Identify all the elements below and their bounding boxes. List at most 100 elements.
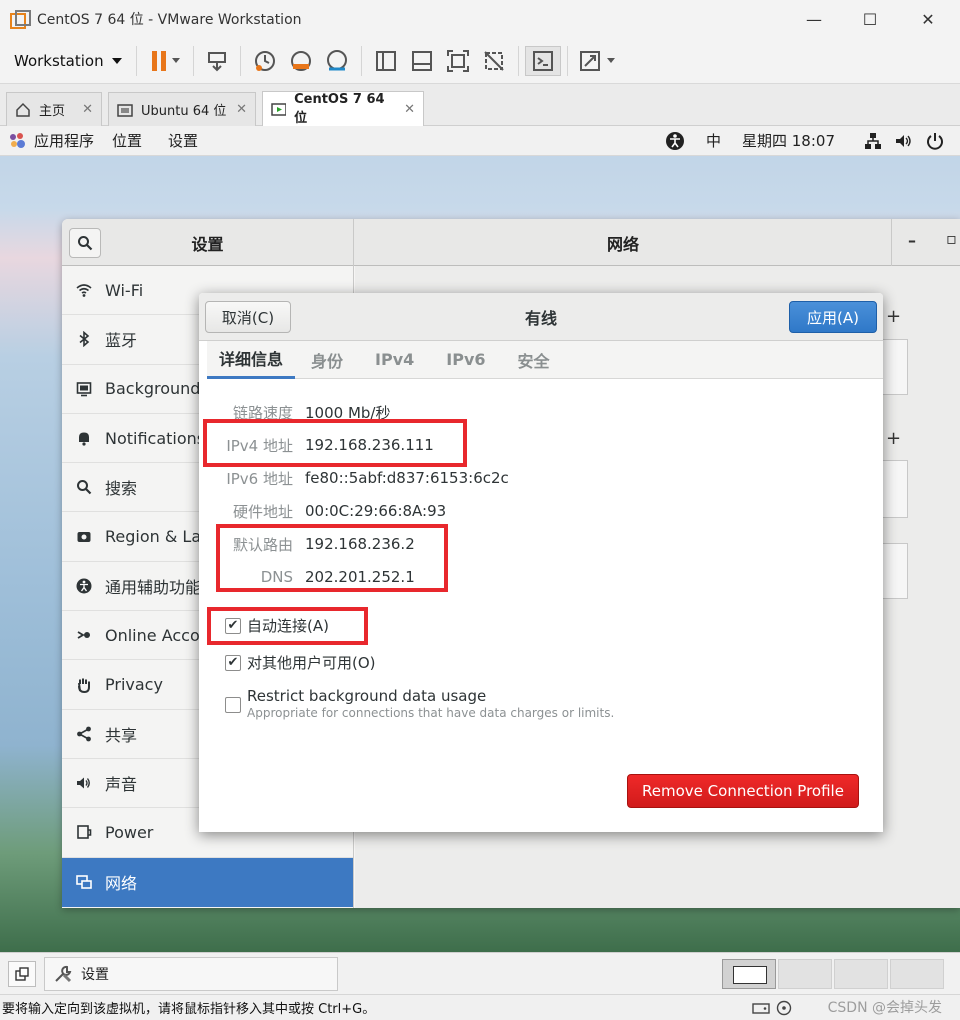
full-screen-button[interactable] — [440, 46, 476, 76]
tab-close-icon[interactable]: ✕ — [82, 102, 93, 117]
restrict-data-checkbox[interactable] — [225, 697, 241, 713]
accessibility-icon[interactable] — [665, 131, 685, 151]
all-users-option[interactable]: ✔ 对其他用户可用(O) — [225, 652, 376, 673]
minimize-button[interactable]: — — [786, 0, 842, 38]
toolbar-divider — [192, 45, 194, 76]
toolbar-divider — [239, 45, 241, 76]
terminal-icon — [532, 50, 553, 71]
detail-value: 1000 Mb/秒 — [305, 403, 391, 422]
settings-menu[interactable]: 设置 — [168, 130, 198, 151]
detail-row-hardware-address: 硬件地址 00:0C:29:66:8A:93 — [199, 497, 883, 525]
detail-value: 192.168.236.2 — [305, 535, 415, 553]
sidebar-toggle-button[interactable] — [368, 46, 404, 76]
send-ctrl-alt-del-button[interactable] — [200, 46, 234, 76]
settings-minimize-button[interactable]: – — [908, 231, 916, 250]
tab-details[interactable]: 详细信息 — [207, 341, 296, 379]
volume-icon[interactable] — [894, 132, 912, 150]
cancel-button[interactable]: 取消(C) — [205, 301, 291, 333]
network-wired-icon[interactable] — [864, 132, 882, 150]
thumbnail-bar-button[interactable] — [404, 46, 440, 76]
bell-icon — [79, 432, 89, 446]
tab-label: 主页 — [39, 104, 66, 119]
detail-value: 202.201.252.1 — [305, 568, 415, 586]
pause-button[interactable] — [143, 46, 187, 76]
tab-close-icon[interactable]: ✕ — [404, 102, 415, 117]
tab-close-icon[interactable]: ✕ — [236, 102, 247, 117]
tab-security[interactable]: 安全 — [502, 341, 566, 379]
proxy-card[interactable] — [880, 543, 908, 599]
remove-connection-profile-button[interactable]: Remove Connection Profile — [627, 774, 859, 808]
window-title: CentOS 7 64 位 - VMware Workstation — [37, 12, 302, 28]
sidebar-item-label: 网络 — [105, 874, 138, 894]
toolbar-divider — [135, 45, 137, 76]
settings-search-button[interactable] — [69, 228, 101, 258]
workstation-menu[interactable]: Workstation — [14, 52, 122, 70]
input-method-indicator[interactable]: 中 — [706, 130, 721, 151]
add-connection-button[interactable]: + — [886, 306, 901, 327]
auto-connect-option[interactable]: ✔ 自动连接(A) — [225, 615, 329, 636]
tab-identity[interactable]: 身份 — [295, 341, 359, 379]
chevron-down-icon — [111, 57, 122, 64]
tab-home[interactable]: 主页 ✕ — [6, 92, 102, 126]
unity-mode-button[interactable] — [476, 46, 512, 76]
hand-icon — [78, 678, 90, 693]
stretch-view-button[interactable] — [574, 46, 622, 76]
dialog-tabs: 详细信息 身份 IPv4 IPv6 安全 — [207, 341, 883, 379]
close-window-button[interactable]: ✕ — [900, 0, 956, 38]
tab-ipv6[interactable]: IPv6 — [430, 341, 501, 379]
vpn-card[interactable] — [880, 460, 908, 518]
detail-key: 链路速度 — [232, 403, 293, 422]
gnome-foot-icon — [10, 132, 25, 148]
tab-ubuntu[interactable]: Ubuntu 64 位 ✕ — [108, 92, 256, 126]
taskbar-item-settings[interactable]: 设置 — [44, 957, 338, 991]
guest-taskbar: 设置 — [0, 952, 960, 994]
tab-ipv4[interactable]: IPv4 — [359, 341, 430, 379]
taskbar-item-label: 设置 — [81, 967, 109, 983]
stretch-icon — [579, 50, 615, 71]
restrict-data-option[interactable]: Restrict background data usage Appropria… — [225, 687, 614, 720]
speaker-icon — [77, 777, 90, 789]
apply-button[interactable]: 应用(A) — [789, 301, 877, 333]
home-icon — [16, 102, 30, 117]
workspace-2[interactable] — [778, 959, 832, 989]
sidebar-item-network[interactable]: 网络 — [62, 857, 353, 907]
accessibility-icon — [76, 578, 92, 594]
restrict-data-note: Appropriate for connections that have da… — [247, 706, 615, 720]
connection-card[interactable] — [880, 339, 908, 395]
snapshot-button[interactable] — [247, 46, 283, 76]
sidebar-item-label: 通用辅助功能 — [105, 577, 202, 597]
snapshot-manager-button[interactable] — [319, 46, 355, 76]
workspace-4[interactable] — [890, 959, 944, 989]
auto-connect-checkbox[interactable]: ✔ — [225, 617, 241, 634]
detail-key: 默认路由 — [232, 535, 293, 554]
detail-row-dns: DNS 202.201.252.1 — [199, 563, 883, 591]
sidebar-item-label: Power — [105, 822, 154, 842]
detail-key: DNS — [260, 568, 293, 586]
sidebar-item-label: Privacy — [105, 675, 163, 695]
clock[interactable]: 星期四 18:07 — [742, 130, 835, 151]
settings-header: 设置 网络 – ▫ — [62, 219, 960, 266]
dialog-header: 有线 取消(C) 应用(A) — [199, 293, 883, 341]
revert-snapshot-button[interactable] — [283, 46, 319, 76]
settings-maximize-button[interactable]: ▫ — [946, 229, 957, 248]
maximize-button[interactable]: ☐ — [842, 0, 898, 38]
places-menu[interactable]: 位置 — [112, 130, 142, 151]
pause-icon — [151, 50, 180, 71]
hard-disk-icon[interactable] — [752, 1001, 770, 1015]
sidebar-item-label: 声音 — [105, 775, 138, 795]
dialog-title: 有线 — [524, 309, 557, 328]
show-desktop-button[interactable] — [8, 961, 36, 987]
console-view-button[interactable] — [524, 45, 561, 76]
power-menu-icon[interactable] — [925, 131, 945, 151]
all-users-label: 对其他用户可用(O) — [247, 654, 376, 672]
applications-menu[interactable]: 应用程序 — [8, 130, 94, 151]
detail-row-ipv4: IPv4 地址 192.168.236.111 — [199, 431, 883, 459]
tab-centos[interactable]: CentOS 7 64 位 ✕ — [262, 91, 424, 126]
sidebar-item-label: Region & Lan — [105, 527, 212, 547]
workspace-3[interactable] — [834, 959, 888, 989]
all-users-checkbox[interactable]: ✔ — [225, 654, 241, 671]
cd-rom-icon[interactable] — [776, 1000, 792, 1016]
detail-value: 00:0C:29:66:8A:93 — [305, 502, 447, 520]
workspace-1[interactable] — [722, 959, 776, 989]
add-vpn-button[interactable]: + — [886, 428, 901, 449]
